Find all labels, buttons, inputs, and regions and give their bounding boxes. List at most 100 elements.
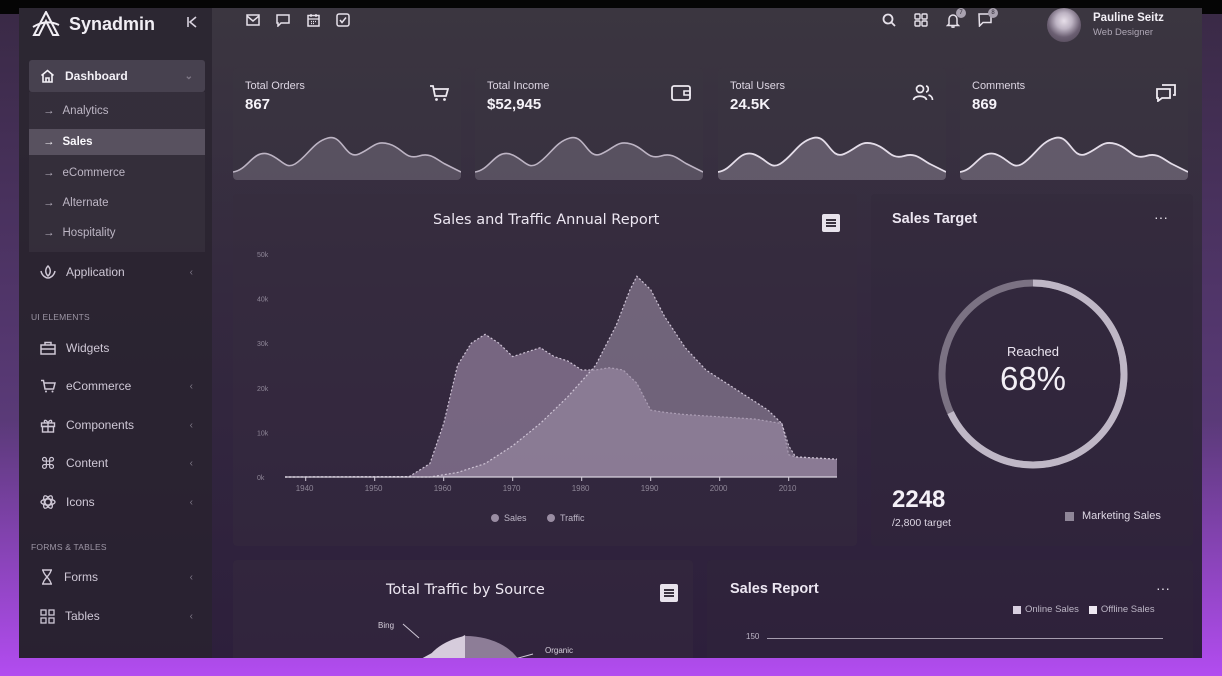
grid-icon [40, 608, 55, 624]
marketing-legend: Marketing Sales [1065, 510, 1161, 522]
pie-slice-organic [465, 635, 518, 658]
calendar-icon[interactable] [305, 12, 321, 28]
brand-name: Synadmin [69, 13, 156, 34]
legend-label: Offline Sales [1100, 604, 1155, 615]
x-tick-label: 1970 [503, 484, 521, 493]
sidebar-item-tables[interactable]: Tables ‹ [29, 600, 205, 632]
user-menu[interactable]: Pauline Seitz Web Designer [1047, 8, 1164, 42]
stat-value: 869 [972, 96, 998, 113]
x-tick-label: 1940 [296, 484, 314, 493]
section-label-ui: UI ELEMENTS [31, 312, 90, 322]
sub-item-analytics[interactable]: → Analytics [29, 98, 205, 124]
y-tick-label: 10k [257, 430, 269, 437]
sidebar-item-label: eCommerce [66, 379, 132, 393]
traffic-pie-chart: Bing Organic [378, 621, 573, 658]
y-tick-label: 30k [257, 341, 269, 348]
traffic-source-panel: Total Traffic by Source Bing Organic [233, 560, 693, 658]
sales-traffic-area-chart: 50k 40k 30k 20k 10k 0k 1940 1950 1960 1970 1980 199… [257, 252, 838, 523]
user-name: Pauline Seitz [1093, 12, 1164, 24]
sub-item-sales[interactable]: → Sales [29, 129, 205, 155]
sub-item-label: Sales [62, 136, 93, 148]
chevron-left-icon: ‹ [189, 380, 193, 392]
gift-icon [40, 419, 56, 433]
mail-icon[interactable] [245, 12, 261, 28]
cart-icon [429, 84, 450, 107]
header-actions: 7 8 [881, 8, 998, 28]
sub-item-label: eCommerce [62, 167, 126, 179]
sidebar-item-label: Icons [66, 495, 95, 509]
chevron-left-icon: ‹ [189, 266, 193, 278]
stat-value: $52,945 [487, 96, 542, 113]
message-icon[interactable]: 8 [977, 8, 998, 28]
atom-icon [40, 495, 56, 509]
stat-label: Total Income [487, 80, 550, 92]
x-tick-label: 1950 [365, 484, 383, 493]
sidebar: Synadmin Dashboard ⌄ → Analytics → Sales →… [19, 8, 212, 658]
header-quick-icons [245, 12, 351, 28]
more-icon[interactable]: ··· [1154, 209, 1168, 225]
chevron-left-icon: ‹ [189, 419, 193, 431]
sparkline [233, 136, 461, 180]
stat-card-users: Total Users 24.5K [718, 68, 946, 180]
sub-item-label: Alternate [62, 197, 109, 209]
y-tick-label: 40k [257, 297, 269, 304]
app-icon [40, 265, 56, 279]
sidebar-item-components[interactable]: Components ‹ [29, 409, 205, 441]
users-icon [912, 84, 934, 107]
sidebar-item-application[interactable]: Application ‹ [29, 256, 205, 288]
collapse-icon[interactable] [187, 16, 197, 31]
stat-label: Comments [972, 80, 1026, 92]
legend-marker-traffic [547, 514, 555, 522]
arrow-right-icon: → [43, 227, 55, 239]
sub-item-ecommerce[interactable]: → eCommerce [29, 160, 205, 186]
x-tick-label: 1990 [641, 484, 659, 493]
chat-icon[interactable] [275, 12, 291, 28]
sub-item-alternate[interactable]: → Alternate [29, 190, 205, 216]
stat-card-orders: Total Orders 867 [233, 68, 461, 180]
sidebar-item-label: Application [66, 265, 125, 279]
reached-percent: 68% [999, 360, 1067, 397]
sales-target-panel: Sales Target ··· Reached 68% 2248 /2,800… [871, 194, 1193, 546]
sidebar-item-icons[interactable]: Icons ‹ [29, 486, 205, 518]
avatar[interactable] [1047, 8, 1081, 42]
cart-icon [41, 379, 56, 393]
y-tick-label: 0k [257, 475, 265, 482]
sales-target-title: Sales Target [892, 211, 978, 227]
sub-item-hospitality[interactable]: → Hospitality [29, 220, 205, 246]
sub-item-label: Analytics [62, 105, 109, 117]
chevron-left-icon: ‹ [189, 610, 193, 622]
sidebar-item-label: Dashboard [65, 69, 128, 83]
arrow-right-icon: → [43, 105, 55, 117]
logo-icon [32, 11, 60, 36]
sales-count: 2248 [892, 486, 946, 513]
apps-icon[interactable] [913, 12, 929, 28]
comments-icon [1156, 84, 1176, 107]
sidebar-item-content[interactable]: ⌘ Content ‹ [29, 447, 205, 479]
brand[interactable]: Synadmin [31, 10, 155, 38]
chevron-left-icon: ‹ [189, 571, 193, 583]
sidebar-item-label: Tables [65, 609, 100, 623]
y-tick-label: 50k [257, 252, 269, 259]
sidebar-item-dashboard[interactable]: Dashboard ⌄ [29, 60, 205, 92]
arrow-right-icon: → [43, 167, 55, 179]
arrow-right-icon: → [43, 136, 55, 148]
x-tick-label: 1960 [434, 484, 452, 493]
sidebar-item-widgets[interactable]: Widgets [29, 332, 205, 364]
x-tick-label: 2000 [710, 484, 728, 493]
more-icon[interactable]: ··· [1156, 580, 1170, 596]
checkbox-icon[interactable] [335, 12, 351, 28]
search-icon[interactable] [881, 12, 897, 28]
sparkline [718, 136, 946, 180]
bell-icon[interactable]: 7 [945, 8, 966, 28]
sales-report-title: Sales Report [730, 581, 819, 597]
pie-label-organic: Organic [545, 646, 573, 655]
stat-label: Total Orders [245, 80, 305, 92]
sparkline [960, 136, 1188, 180]
legend-swatch [1065, 511, 1074, 521]
sidebar-item-forms[interactable]: Forms ‹ [29, 561, 205, 593]
dashboard-window: Synadmin Dashboard ⌄ → Analytics → Sales →… [19, 8, 1202, 658]
chevron-down-icon: ⌄ [184, 70, 193, 82]
command-icon: ⌘ [40, 453, 56, 473]
sidebar-item-ecommerce[interactable]: eCommerce ‹ [29, 370, 205, 402]
section-label-forms: FORMS & TABLES [31, 542, 107, 552]
